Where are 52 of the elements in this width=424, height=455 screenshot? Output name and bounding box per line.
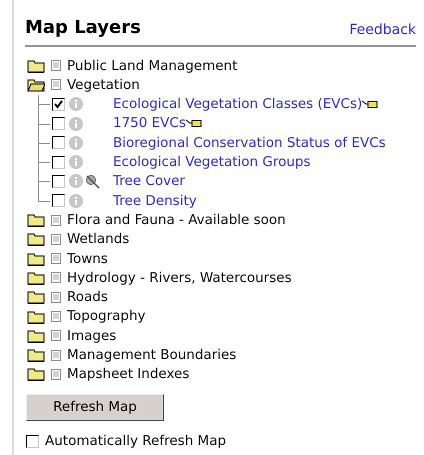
layer-document-icon [51, 60, 61, 72]
layer-group-label[interactable]: Management Boundaries [67, 344, 236, 366]
layer-group-label[interactable]: Topography [67, 306, 146, 327]
checkbox[interactable] [52, 98, 65, 111]
layer-document-icon [51, 350, 61, 361]
folder-icon[interactable] [27, 348, 45, 362]
layer-group-label[interactable]: Vegetation [67, 74, 140, 96]
layer-group-label[interactable]: Hydrology - Rivers, Watercourses [67, 268, 292, 288]
folder-icon[interactable] [27, 58, 45, 73]
checkbox[interactable] [52, 156, 65, 169]
folder-icon[interactable] [27, 252, 45, 266]
folder-icon[interactable] [27, 328, 45, 343]
layer-group-label[interactable]: Images [67, 326, 116, 346]
layer-document-icon [51, 79, 61, 90]
folder-icon[interactable] [27, 232, 45, 246]
layer-link[interactable]: Bioregional Conservation Status of EVCs [113, 132, 386, 153]
layer-group-label[interactable]: Public Land Management [67, 56, 238, 76]
layer-link[interactable]: Tree Cover [113, 171, 185, 192]
layer-document-icon [51, 253, 61, 264]
layer-group-label[interactable]: Wetlands [67, 229, 130, 250]
checkbox[interactable] [26, 434, 39, 448]
layer-document-icon [51, 234, 61, 245]
legend-tag-icon[interactable] [186, 119, 202, 128]
folder-icon[interactable] [27, 310, 45, 324]
layer-group-label[interactable]: Roads [67, 287, 108, 308]
layer-link[interactable]: 1750 EVCs [113, 113, 186, 134]
layer-link[interactable]: Tree Density [113, 190, 197, 211]
folder-icon[interactable] [27, 213, 45, 228]
panel-title: Map Layers [25, 16, 141, 40]
checkbox[interactable] [52, 136, 65, 150]
layer-group-label[interactable]: Towns [67, 248, 108, 269]
refresh-map-button[interactable]: Refresh Map [26, 394, 164, 422]
layer-group-label[interactable]: Flora and Fauna - Available soon [67, 210, 286, 230]
checkbox[interactable] [52, 174, 65, 188]
open-folder-icon[interactable] [27, 78, 45, 92]
folder-icon[interactable] [27, 290, 45, 304]
legend-tag-icon[interactable] [362, 100, 378, 109]
layer-document-icon [51, 368, 61, 380]
layer-document-icon [51, 214, 61, 226]
layer-link[interactable]: Ecological Vegetation Groups [113, 152, 310, 172]
checkbox[interactable] [52, 194, 65, 208]
feedback-link[interactable]: Feedback [349, 20, 416, 41]
layer-group-label[interactable]: Mapsheet Indexes [67, 364, 190, 385]
layer-document-icon [51, 272, 61, 284]
checkbox[interactable] [52, 117, 65, 130]
layer-link[interactable]: Ecological Vegetation Classes (EVCs) [113, 94, 362, 114]
layer-document-icon [51, 330, 61, 342]
auto-refresh-label: Automatically Refresh Map [45, 432, 226, 452]
layer-document-icon [51, 311, 61, 322]
layer-document-icon [51, 292, 61, 303]
folder-icon[interactable] [27, 270, 45, 285]
folder-icon[interactable] [27, 367, 45, 382]
